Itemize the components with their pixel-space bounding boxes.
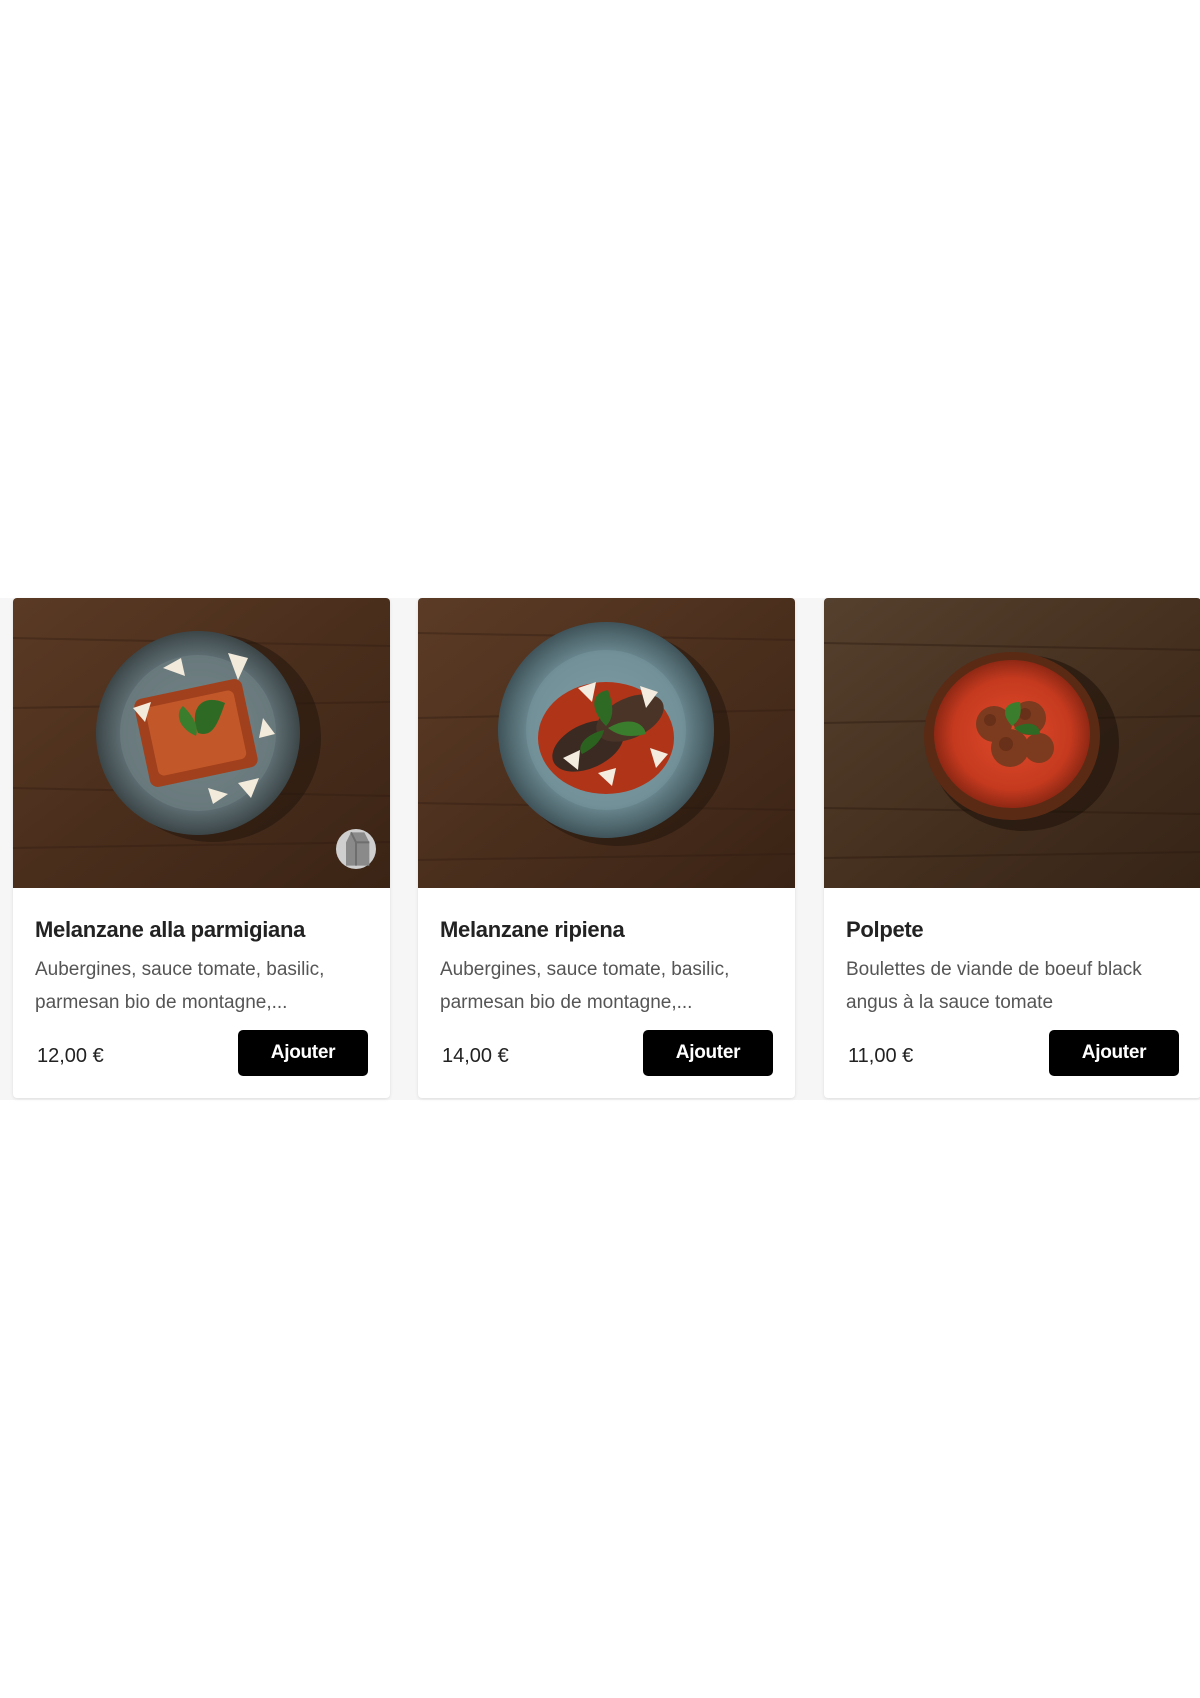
product-photo-ripiena[interactable]: [418, 598, 795, 888]
product-description: Boulettes de viande de boeuf black angus…: [846, 959, 1142, 1013]
milk-carton-icon: [336, 829, 376, 869]
product-title[interactable]: Melanzane ripiena: [440, 916, 773, 944]
product-price: 12,00 €: [37, 1045, 104, 1067]
product-title[interactable]: Melanzane alla parmigiana: [35, 916, 368, 944]
product-photo-parmigiana[interactable]: [13, 598, 390, 888]
product-photo-polpete[interactable]: [824, 598, 1200, 888]
product-description: Aubergines, sauce tomate, basilic, parme…: [35, 959, 325, 1013]
product-card[interactable]: Melanzane ripiena Aubergines, sauce toma…: [418, 598, 795, 1098]
add-to-cart-button[interactable]: Ajouter: [1049, 1030, 1179, 1076]
product-card[interactable]: Melanzane alla parmigiana Aubergines, sa…: [13, 598, 390, 1098]
product-description: Aubergines, sauce tomate, basilic, parme…: [440, 959, 730, 1013]
add-to-cart-button[interactable]: Ajouter: [643, 1030, 773, 1076]
product-price: 11,00 €: [848, 1045, 914, 1067]
product-title[interactable]: Polpete: [846, 916, 1179, 944]
add-to-cart-button[interactable]: Ajouter: [238, 1030, 368, 1076]
product-card[interactable]: Polpete Boulettes de viande de boeuf bla…: [824, 598, 1200, 1098]
product-price: 14,00 €: [442, 1045, 509, 1067]
